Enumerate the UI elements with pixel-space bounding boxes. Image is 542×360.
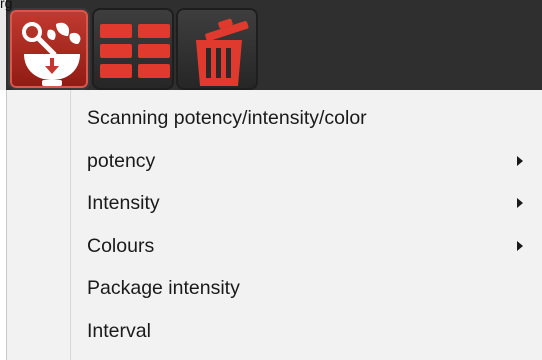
menu-item[interactable]: potency (7, 140, 542, 182)
context-menu: Scanning potency/intensity/color potency I… (6, 90, 542, 360)
submenu-arrow-icon (517, 155, 523, 166)
app-window: rg Scanning potency/intensity/color pote… (0, 0, 542, 360)
menu-item-label: Scanning potency/intensity/color (87, 107, 367, 129)
toolbar-edge (0, 0, 6, 90)
toolbar: rg (0, 0, 542, 90)
herbs-mortar-icon (22, 22, 81, 86)
trash-bin-button[interactable] (176, 8, 258, 90)
menu-item-label: Intensity (87, 192, 160, 214)
menu-item[interactable]: Interval (7, 310, 542, 352)
menu-item[interactable]: Scanning potency/intensity/color (7, 97, 542, 139)
menu-item-label: Colours (87, 234, 155, 257)
grid-layout-button[interactable] (92, 8, 174, 90)
menu-item-label: Interval (87, 319, 151, 342)
menu-item-label: potency (87, 149, 156, 172)
trash-bin-icon (196, 18, 249, 86)
herbs-mortar-button[interactable] (8, 8, 90, 90)
submenu-arrow-icon (517, 198, 523, 208)
grid-layout-icon (100, 24, 170, 78)
menu-item[interactable]: Package intensity (7, 267, 542, 309)
submenu-arrow-icon (517, 240, 523, 251)
menu-item[interactable]: Intensity (7, 182, 542, 224)
menu-item-label: Package intensity (87, 277, 240, 299)
menu-item[interactable]: Colours (7, 225, 542, 267)
